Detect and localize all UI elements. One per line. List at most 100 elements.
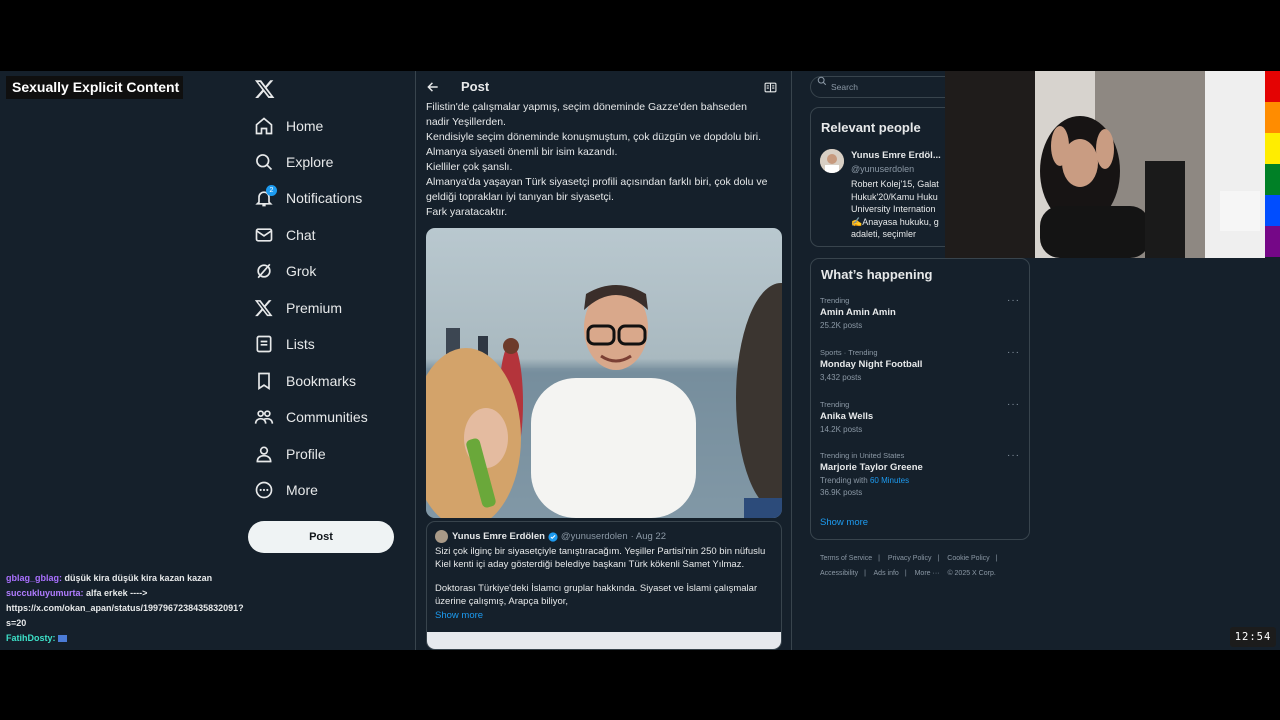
photo-illustration (426, 228, 782, 518)
post-text-line: Fark yaratacaktır. (426, 206, 508, 218)
trend-context: Trending in United States (820, 451, 905, 460)
screen: Sexually Explicit Content gblag_gblag: d… (0, 71, 1280, 650)
more-options-icon[interactable]: ··· (1007, 450, 1020, 461)
footer-link[interactable]: Terms of Service (820, 555, 872, 562)
nav-label: Grok (286, 263, 317, 279)
more-options-icon[interactable]: ··· (1007, 399, 1020, 410)
quoted-post-text: Sizi çok ilginç bir siyasetçiyle tanıştı… (435, 546, 777, 608)
notification-badge: 2 (266, 185, 277, 196)
search-icon (256, 154, 273, 171)
list-icon (256, 335, 272, 353)
footer-separator: | (878, 555, 880, 562)
trend-name: Monday Night Football (820, 359, 923, 370)
nav-label: Chat (286, 227, 316, 243)
trend-item[interactable]: Trending in United States Marjorie Taylo… (820, 450, 1020, 499)
post-header: Post (416, 71, 791, 103)
mail-icon (255, 228, 273, 242)
trend-name: Anika Wells (820, 411, 874, 422)
search-icon (817, 76, 827, 86)
quoted-post-header: Yunus Emre Erdölen @yunuserdolen · Aug 2… (435, 530, 666, 543)
nav-item-lists[interactable]: Lists (254, 329, 404, 359)
quoted-post-media[interactable] (427, 632, 781, 649)
chat-message: succukluyumurta: alfa erkek ----> https:… (6, 586, 246, 631)
nav-item-chat[interactable]: Chat (254, 220, 404, 250)
sidebar-nav: Home Explore 2 Notifications Chat Grok P… (248, 71, 408, 650)
nav-item-notifications[interactable]: 2 Notifications (254, 183, 404, 213)
verified-badge-icon (548, 531, 558, 542)
webcam-overlay (945, 71, 1265, 258)
footer-link[interactable]: More ··· (915, 570, 940, 577)
trend-name: Marjorie Taylor Greene (820, 462, 923, 473)
chat-username: gblag_gblag: (6, 573, 62, 583)
footer-separator: | (904, 570, 907, 577)
post-body-text: Filistin'de çalışmalar yapmış, seçim dön… (426, 100, 788, 220)
nav-label: Premium (286, 300, 343, 316)
quoted-author-handle: @yunuserdolen (560, 531, 628, 542)
more-circle-icon (255, 481, 273, 499)
trend-item[interactable]: Trending Amin Amin Amin 25.2K posts ··· (820, 295, 1020, 332)
more-options-icon[interactable]: ··· (1007, 347, 1020, 358)
page-title: Post (461, 79, 490, 94)
post-text-line: geldiği toprakları iyi tanıyan bir siyas… (426, 191, 614, 203)
stream-chat-overlay: gblag_gblag: düşük kira düşük kira kazan… (6, 571, 246, 646)
reader-mode-icon[interactable] (764, 81, 777, 94)
people-icon (254, 410, 274, 424)
footer-link[interactable]: Accessibility (820, 570, 858, 577)
footer-separator: | (995, 555, 998, 562)
back-arrow-icon[interactable] (426, 80, 440, 94)
show-more-link[interactable]: Show more (820, 517, 868, 528)
panel-title: Relevant people (821, 120, 921, 135)
more-options-icon[interactable]: ··· (1007, 295, 1020, 306)
nav-item-premium[interactable]: Premium (254, 293, 404, 323)
trend-with-link[interactable]: 60 Minutes (870, 476, 909, 485)
trend-name: Amin Amin Amin (820, 307, 896, 318)
footer-link[interactable]: Privacy Policy (888, 555, 932, 562)
show-more-link[interactable]: Show more (435, 610, 483, 621)
bookmark-icon (258, 372, 270, 391)
flag-stripe (1265, 195, 1280, 226)
relevant-person-handle: @yunuserdolen (851, 164, 915, 174)
post-photo[interactable] (426, 228, 782, 518)
post-text-line: Almanya'da yaşayan Türk siyasetçi profil… (426, 176, 768, 188)
nav-label: Lists (286, 336, 315, 352)
avatar[interactable] (820, 149, 844, 173)
nav-item-explore[interactable]: Explore (254, 147, 404, 177)
trend-posts: 14.2K posts (820, 425, 863, 434)
nav-item-grok[interactable]: Grok (254, 256, 404, 286)
post-button[interactable]: Post (248, 521, 394, 553)
nav-item-profile[interactable]: Profile (254, 439, 404, 469)
x-logo-icon[interactable] (254, 78, 276, 100)
nav-item-bookmarks[interactable]: Bookmarks (254, 366, 404, 396)
trend-posts: 36.9K posts (820, 488, 863, 497)
nav-label: Profile (286, 446, 326, 462)
trend-item[interactable]: Trending Anika Wells 14.2K posts ··· (820, 399, 1020, 436)
nav-label: More (286, 482, 318, 498)
flag-stripe (1265, 164, 1280, 195)
post-text-line: Kielliler çok şanslı. (426, 161, 513, 173)
person-icon (256, 446, 272, 463)
nav-item-more[interactable]: More (254, 475, 404, 505)
trend-with: Trending with 60 Minutes (820, 475, 1020, 487)
nav-item-home[interactable]: Home (254, 111, 404, 141)
footer-separator: | (937, 555, 940, 562)
footer-links: Terms of Service | Privacy Policy | Cookie… (820, 551, 1030, 581)
footer-link[interactable]: Ads info (874, 570, 899, 577)
trend-posts: 3,432 posts (820, 373, 862, 382)
post-text-line: nadir Yeşillerden. (426, 116, 506, 128)
avatar (435, 530, 448, 543)
x-icon (254, 300, 273, 317)
nav-label: Home (286, 118, 324, 134)
chat-message: FatihDosty: (6, 631, 246, 646)
footer-link[interactable]: Cookie Policy (947, 555, 989, 562)
flag-stripe (1265, 133, 1280, 164)
chat-message: gblag_gblag: düşük kira düşük kira kazan… (6, 571, 246, 586)
trend-item[interactable]: Sports · Trending Monday Night Football … (820, 347, 1020, 384)
trend-context: Trending (820, 400, 850, 409)
quoted-text-paragraph: Doktorası Türkiye'deki İslamcı gruplar h… (435, 583, 758, 607)
quoted-post-date: · Aug 22 (630, 531, 666, 542)
relevant-person-name[interactable]: Yunus Emre Erdöl... (851, 150, 941, 161)
footer-separator: | (864, 570, 866, 577)
quoted-post[interactable]: Yunus Emre Erdölen @yunuserdolen · Aug 2… (426, 521, 782, 650)
post-text-line: Kendisiyle seçim döneminde konuşmuştum, … (426, 131, 762, 143)
nav-item-communities[interactable]: Communities (254, 402, 404, 432)
